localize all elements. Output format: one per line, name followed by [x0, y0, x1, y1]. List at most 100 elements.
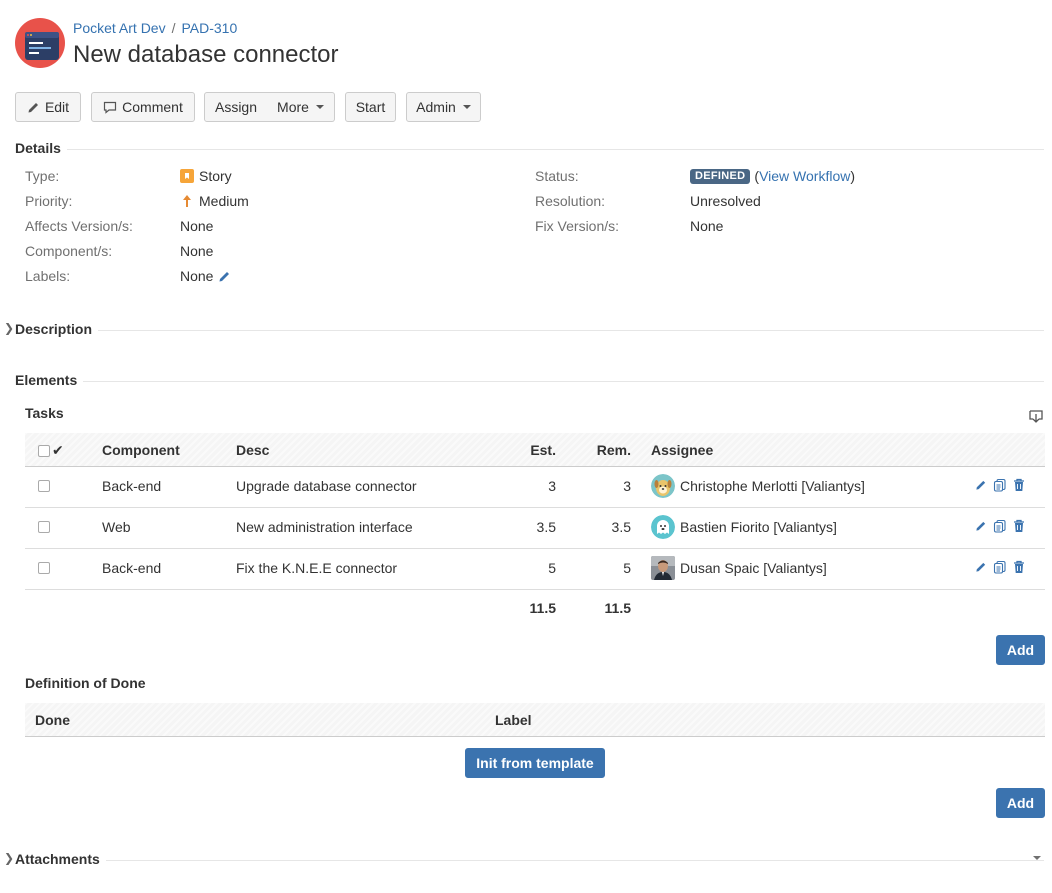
pencil-icon[interactable] — [218, 270, 231, 283]
chevron-right-icon[interactable]: ❯ — [4, 851, 14, 865]
start-button-label: Start — [355, 99, 386, 115]
chevron-down-icon[interactable] — [1033, 856, 1041, 860]
labels-value: None — [180, 268, 231, 284]
est-column-header[interactable]: Est. — [516, 442, 556, 458]
chevron-down-icon — [462, 105, 471, 109]
elements-heading: Elements — [15, 372, 84, 388]
workflow-close-paren: ) — [850, 168, 856, 184]
task-component: Back-end — [102, 478, 162, 494]
task-desc: New administration interface — [236, 519, 413, 535]
task-component: Web — [102, 519, 131, 535]
task-assignee[interactable]: Dusan Spaic [Valiantys] — [651, 556, 827, 580]
details-divider — [15, 149, 1044, 150]
type-value-text: Story — [199, 168, 232, 184]
type-value: Story — [180, 168, 232, 184]
breadcrumb-issue-link[interactable]: PAD-310 — [181, 20, 237, 36]
trash-icon[interactable] — [1013, 519, 1025, 533]
select-all-checkbox[interactable] — [38, 445, 50, 457]
copy-icon[interactable] — [993, 519, 1007, 533]
task-desc: Upgrade database connector — [236, 478, 417, 494]
desc-column-header[interactable]: Desc — [236, 442, 269, 458]
task-assignee[interactable]: Christophe Merlotti [Valiantys] — [651, 474, 865, 498]
view-workflow-link[interactable]: View Workflow — [759, 168, 850, 184]
resolution-value: Unresolved — [690, 193, 761, 209]
dog-avatar — [651, 474, 675, 498]
pencil-icon[interactable] — [975, 520, 987, 532]
task-est: 3.5 — [536, 519, 556, 535]
more-button-label: More — [277, 99, 309, 115]
task-row: Back-end Fix the K.N.E.E connector 5 5 D… — [25, 549, 1045, 590]
attachments-heading[interactable]: Attachments — [15, 851, 106, 867]
row-actions — [975, 519, 1025, 533]
assignee-column-header[interactable]: Assignee — [651, 442, 713, 458]
trash-icon[interactable] — [1013, 478, 1025, 492]
pencil-icon[interactable] — [975, 561, 987, 573]
row-actions — [975, 560, 1025, 574]
rem-total: 11.5 — [604, 600, 631, 616]
components-label: Component/s: — [25, 243, 113, 259]
resolution-label: Resolution: — [535, 193, 606, 209]
project-avatar-logo — [15, 18, 65, 68]
assign-button-label: Assign — [214, 99, 258, 115]
admin-dropdown-button[interactable]: Admin — [406, 92, 481, 122]
comment-button-label: Comment — [122, 99, 183, 115]
details-heading: Details — [15, 140, 67, 156]
story-icon — [180, 169, 194, 183]
start-button[interactable]: Start — [345, 92, 396, 122]
priority-value-text: Medium — [199, 193, 249, 209]
task-rem: 5 — [623, 560, 631, 576]
task-rem: 3.5 — [611, 519, 631, 535]
pencil-icon[interactable] — [975, 479, 987, 491]
edit-button[interactable]: Edit — [15, 92, 81, 122]
more-dropdown-button[interactable]: More — [267, 92, 335, 122]
init-from-template-button[interactable]: Init from template — [465, 748, 605, 778]
copy-icon[interactable] — [993, 560, 1007, 574]
task-row: Web New administration interface 3.5 3.5… — [25, 508, 1045, 549]
row-checkbox[interactable] — [38, 521, 50, 533]
chevron-down-icon — [315, 105, 324, 109]
breadcrumb: Pocket Art Dev / PAD-310 — [73, 20, 237, 36]
description-divider — [15, 330, 1044, 331]
assignee-name: Christophe Merlotti [Valiantys] — [680, 478, 865, 494]
breadcrumb-project-link[interactable]: Pocket Art Dev — [73, 20, 166, 36]
est-total: 11.5 — [529, 600, 556, 616]
component-column-header[interactable]: Component — [102, 442, 180, 458]
priority-value: Medium — [180, 193, 249, 209]
labels-value-text: None — [180, 268, 214, 284]
copy-icon[interactable] — [993, 478, 1007, 492]
status-label: Status: — [535, 168, 579, 184]
tasks-heading: Tasks — [25, 405, 64, 421]
admin-button-label: Admin — [416, 99, 456, 115]
dod-table-header: Done Label — [25, 703, 1045, 737]
chevron-right-icon[interactable]: ❯ — [4, 321, 14, 335]
rem-column-header[interactable]: Rem. — [591, 442, 631, 458]
row-checkbox[interactable] — [38, 480, 50, 492]
photo-avatar — [651, 556, 675, 580]
add-task-button[interactable]: Add — [996, 635, 1045, 665]
assignee-name: Bastien Fiorito [Valiantys] — [680, 519, 837, 535]
description-heading[interactable]: Description — [15, 321, 99, 337]
comment-button[interactable]: Comment — [91, 92, 195, 122]
fix-version-value: None — [690, 218, 724, 234]
task-rem: 3 — [623, 478, 631, 494]
page-title: New database connector — [73, 41, 339, 68]
trash-icon[interactable] — [1013, 560, 1025, 574]
done-column-header: Done — [35, 712, 70, 728]
edit-button-label: Edit — [44, 99, 70, 115]
comment-icon — [104, 101, 117, 114]
task-est: 5 — [548, 560, 556, 576]
breadcrumb-separator: / — [171, 20, 176, 36]
row-checkbox[interactable] — [38, 562, 50, 574]
status-value: DEFINED (View Workflow) — [690, 168, 855, 184]
assign-button[interactable]: Assign — [204, 92, 268, 122]
status-badge: DEFINED — [690, 168, 751, 184]
labels-label: Labels: — [25, 268, 71, 284]
add-dod-button[interactable]: Add — [996, 788, 1045, 818]
task-est: 3 — [548, 478, 556, 494]
export-icon[interactable] — [1028, 409, 1044, 425]
attachments-divider — [15, 860, 1044, 861]
tasks-table-header: ✔ Component Desc Est. Rem. Assignee — [25, 433, 1045, 467]
task-assignee[interactable]: Bastien Fiorito [Valiantys] — [651, 515, 837, 539]
row-actions — [975, 478, 1025, 492]
task-desc: Fix the K.N.E.E connector — [236, 560, 398, 576]
